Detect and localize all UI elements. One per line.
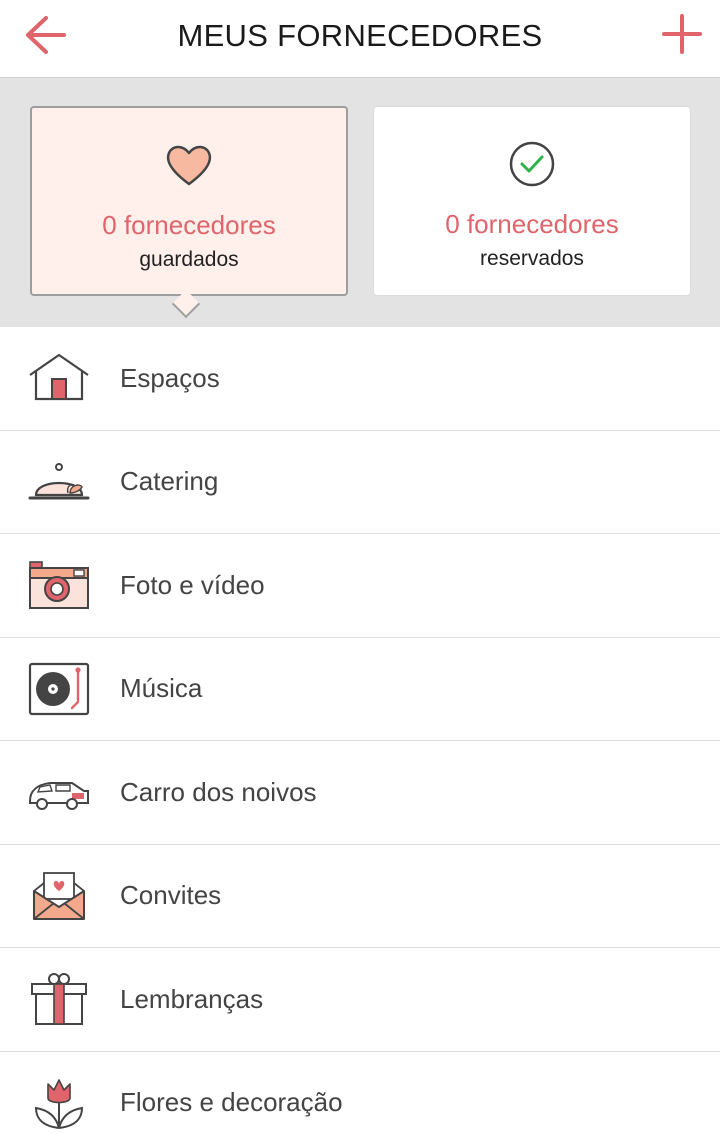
category-item-espacos[interactable]: Espaços xyxy=(0,327,720,431)
top-bar: MEUS FORNECEDORES xyxy=(0,0,720,78)
category-item-catering[interactable]: Catering xyxy=(0,431,720,534)
category-label: Convites xyxy=(120,880,222,911)
booked-label: reservados xyxy=(480,247,584,270)
food-cloche-icon xyxy=(28,462,90,500)
category-item-lembrancas[interactable]: Lembranças xyxy=(0,948,720,1052)
category-label: Carro dos noivos xyxy=(120,776,317,807)
category-item-musica[interactable]: Música xyxy=(0,638,720,741)
category-item-convites[interactable]: Convites xyxy=(0,845,720,948)
saved-label: guardados xyxy=(139,248,239,271)
plus-icon[interactable] xyxy=(656,8,708,60)
category-label: Espaços xyxy=(120,362,220,393)
category-label: Catering xyxy=(120,466,219,497)
envelope-heart-icon xyxy=(33,871,85,920)
category-item-carro[interactable]: Carro dos noivos xyxy=(0,741,720,845)
category-item-foto-video[interactable]: Foto e vídeo xyxy=(0,534,720,638)
category-label: Lembranças xyxy=(120,983,264,1014)
camera-icon xyxy=(29,561,89,610)
category-item-flores[interactable]: Flores e decoração xyxy=(0,1052,720,1134)
category-label: Flores e decoração xyxy=(120,1087,343,1118)
category-label: Foto e vídeo xyxy=(120,569,265,600)
heart-icon xyxy=(166,145,212,186)
record-player-icon xyxy=(28,662,90,715)
car-icon xyxy=(29,782,89,811)
category-list: Espaços Catering Foto e vídeo Música Car… xyxy=(0,327,720,1134)
page-title: MEUS FORNECEDORES xyxy=(177,18,543,53)
saved-count: 0 fornecedores xyxy=(102,210,276,240)
tulip-icon xyxy=(34,1078,84,1129)
check-circle-icon xyxy=(509,141,555,187)
house-icon xyxy=(29,354,89,401)
booked-vendors-card[interactable]: 0 fornecedores reservados xyxy=(373,106,691,296)
booked-count: 0 fornecedores xyxy=(445,209,619,239)
gift-icon xyxy=(31,973,87,1026)
summary-panel: 0 fornecedores guardados 0 fornecedores … xyxy=(0,78,720,327)
arrow-left-icon[interactable] xyxy=(18,10,70,60)
saved-vendors-card[interactable]: 0 fornecedores guardados xyxy=(30,106,348,296)
category-label: Música xyxy=(120,673,203,704)
